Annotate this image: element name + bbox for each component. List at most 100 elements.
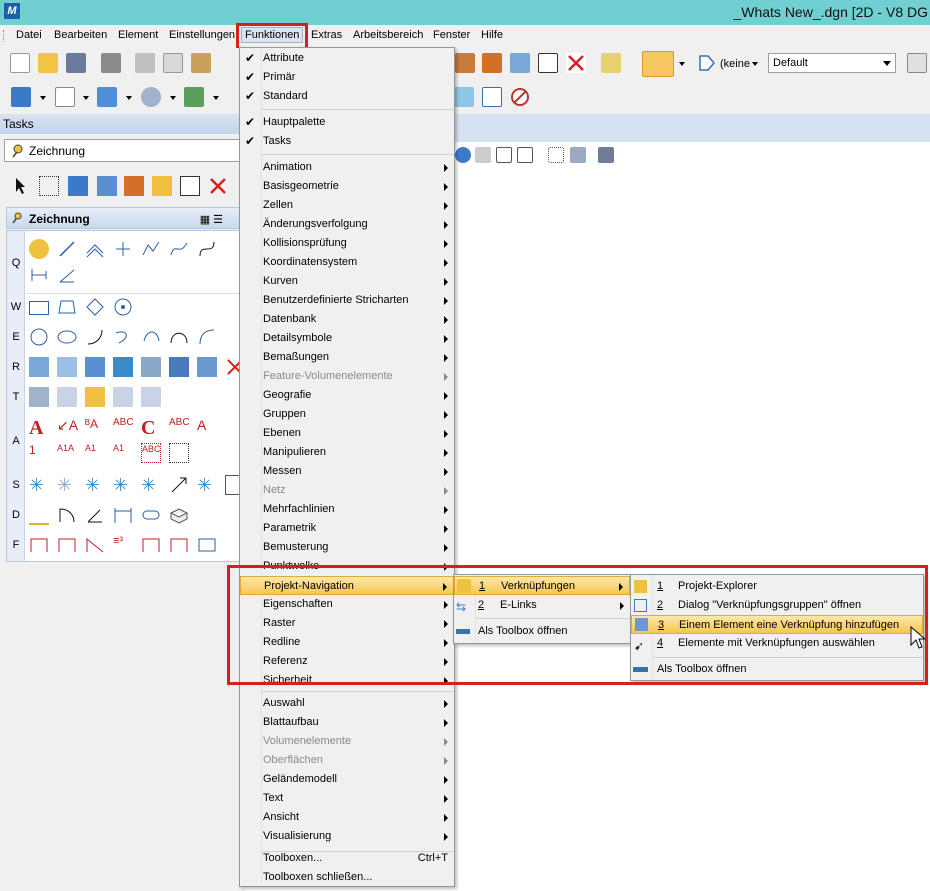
text-ab-icon[interactable]: ᴮA [85, 417, 105, 437]
save-icon[interactable] [66, 53, 86, 73]
menu-item-hauptpalette[interactable]: ✔ Hauptpalette [240, 113, 454, 132]
models-icon[interactable] [97, 87, 117, 107]
view-toggle-dropdown-icon[interactable] [679, 62, 685, 66]
page-dropdown-icon[interactable] [83, 96, 89, 100]
cell-stairs-icon[interactable]: ≡³ [113, 535, 133, 555]
style-combo-arrow-icon[interactable] [883, 61, 891, 66]
menu-item-animation[interactable]: Animation [240, 158, 454, 177]
style-combo[interactable]: Default [768, 53, 896, 73]
increment-text2-icon[interactable]: A1 [113, 443, 133, 463]
pan-hand-icon[interactable] [475, 147, 491, 163]
crosshatch-icon[interactable] [57, 357, 77, 377]
menu-einstellungen[interactable]: Einstellungen [169, 29, 235, 41]
quick-tool-6-icon[interactable] [152, 176, 172, 196]
table-tool-icon[interactable] [29, 387, 49, 407]
dimension-3d-icon[interactable] [169, 505, 189, 525]
quick-tool-4-icon[interactable] [97, 176, 117, 196]
menu-item-text[interactable]: Text [240, 789, 454, 808]
point-icon[interactable] [113, 239, 133, 259]
menu-item-attribute[interactable]: ✔ Attribute [240, 49, 454, 68]
copy-icon[interactable] [163, 53, 183, 73]
menu-item-messen[interactable]: Messen [240, 462, 454, 481]
text-node-icon[interactable]: A1 [85, 443, 105, 463]
print-icon[interactable] [101, 53, 121, 73]
quick-delete-icon[interactable] [208, 176, 228, 196]
menu-item-gruppen[interactable]: Gruppen [240, 405, 454, 424]
menu-item-bemusterung[interactable]: Bemusterung [240, 538, 454, 557]
menu-item-kollisionsprüfung[interactable]: Kollisionsprüfung [240, 234, 454, 253]
dimension-arc-icon[interactable] [57, 505, 77, 525]
cell-rect-icon[interactable] [197, 535, 217, 555]
menu-fenster[interactable]: Fenster [433, 29, 470, 41]
rectangle-icon[interactable] [29, 301, 49, 315]
text-attr-icon[interactable]: A [197, 417, 217, 437]
menu-item-ansicht[interactable]: Ansicht [240, 808, 454, 827]
menu-item-toolboxen[interactable]: Toolboxen... Ctrl+T [240, 849, 454, 868]
select-arrow-icon[interactable] [10, 176, 30, 196]
quarter-arc-icon[interactable] [197, 327, 217, 347]
menu-item-tasks[interactable]: ✔ Tasks [240, 132, 454, 151]
fence-icon[interactable] [39, 176, 59, 196]
view-mode-icon[interactable]: ▦ ☰ [200, 213, 223, 226]
microstation-app-icon[interactable]: M [4, 3, 20, 19]
cell-place-icon[interactable] [29, 535, 49, 555]
menubar-grip[interactable] [3, 30, 6, 42]
rotate-view-icon[interactable] [455, 147, 471, 163]
menu-item-benutzerdefinierte-stricharten[interactable]: Benutzerdefinierte Stricharten [240, 291, 454, 310]
menu-item-parametrik[interactable]: Parametrik [240, 519, 454, 538]
tool-5-icon[interactable] [482, 53, 502, 73]
menu-item-standard[interactable]: ✔ Standard [240, 87, 454, 106]
menu-item-toolboxen-schliessen[interactable]: Toolboxen schließen... [240, 868, 454, 887]
change-text-icon[interactable]: C [141, 417, 161, 439]
hatch-icon[interactable] [29, 357, 49, 377]
half-circle-icon[interactable] [169, 327, 189, 347]
note-number-icon[interactable]: 1 [29, 443, 49, 463]
menu-item-blattaufbau[interactable]: Blattaufbau [240, 713, 454, 732]
terrain-icon[interactable] [184, 87, 204, 107]
menu-item-ebenen[interactable]: Ebenen [240, 424, 454, 443]
construction-line-icon[interactable] [29, 265, 49, 285]
view-toggle-icon[interactable] [642, 51, 674, 77]
freehand-icon[interactable] [169, 239, 189, 259]
spell-check-icon[interactable]: ABC [113, 417, 134, 437]
s-curve-icon[interactable] [197, 239, 217, 259]
match-pattern-icon[interactable] [169, 357, 189, 377]
tool-6-icon[interactable] [510, 53, 530, 73]
open-folder-icon[interactable] [38, 53, 58, 73]
snap-nearest-icon[interactable]: ✳ [57, 475, 77, 495]
zoom-previous-icon[interactable] [517, 147, 533, 163]
dimension-linear-icon[interactable] [113, 505, 133, 525]
edit-text-icon[interactable]: ↙A [57, 417, 78, 437]
fill-icon[interactable] [197, 357, 217, 377]
cell-frame-icon[interactable] [141, 535, 161, 555]
arc-3pt-icon[interactable] [113, 327, 133, 347]
tasks-selector[interactable]: Zeichnung [4, 139, 244, 162]
cloud-icon[interactable] [141, 87, 161, 107]
menu-item-datenbank[interactable]: Datenbank [240, 310, 454, 329]
menu-item-bemaßungen[interactable]: Bemaßungen [240, 348, 454, 367]
cloud-dropdown-icon[interactable] [170, 96, 176, 100]
multi-line-icon[interactable] [85, 239, 105, 259]
toolbox-icon[interactable] [907, 53, 927, 73]
cube-dropdown-icon[interactable] [40, 96, 46, 100]
snap-origin-icon[interactable]: ✳ [141, 475, 161, 495]
arc-icon[interactable] [85, 327, 105, 347]
window-area-icon[interactable] [496, 147, 512, 163]
menu-hilfe[interactable]: Hilfe [481, 29, 503, 41]
pattern-icon[interactable] [85, 357, 105, 377]
angle-line-icon[interactable] [57, 265, 77, 285]
menu-element[interactable]: Element [118, 29, 158, 41]
menu-item-koordinatensystem[interactable]: Koordinatensystem [240, 253, 454, 272]
cell-door-icon[interactable] [57, 535, 77, 555]
menu-item-geografie[interactable]: Geografie [240, 386, 454, 405]
fill-text-icon[interactable]: ABC [141, 443, 161, 463]
page-icon[interactable] [55, 87, 75, 107]
menu-item-änderungsverfolgung[interactable]: Änderungsverfolgung [240, 215, 454, 234]
snap-intersection-icon[interactable]: ✳ [197, 475, 217, 495]
cube-icon[interactable] [11, 87, 31, 107]
view-display-icon[interactable] [570, 147, 586, 163]
shape-icon[interactable] [85, 297, 105, 317]
empty-text-icon[interactable] [169, 443, 189, 463]
circle-icon[interactable] [29, 327, 49, 347]
level-combo[interactable]: (keine [720, 58, 750, 70]
